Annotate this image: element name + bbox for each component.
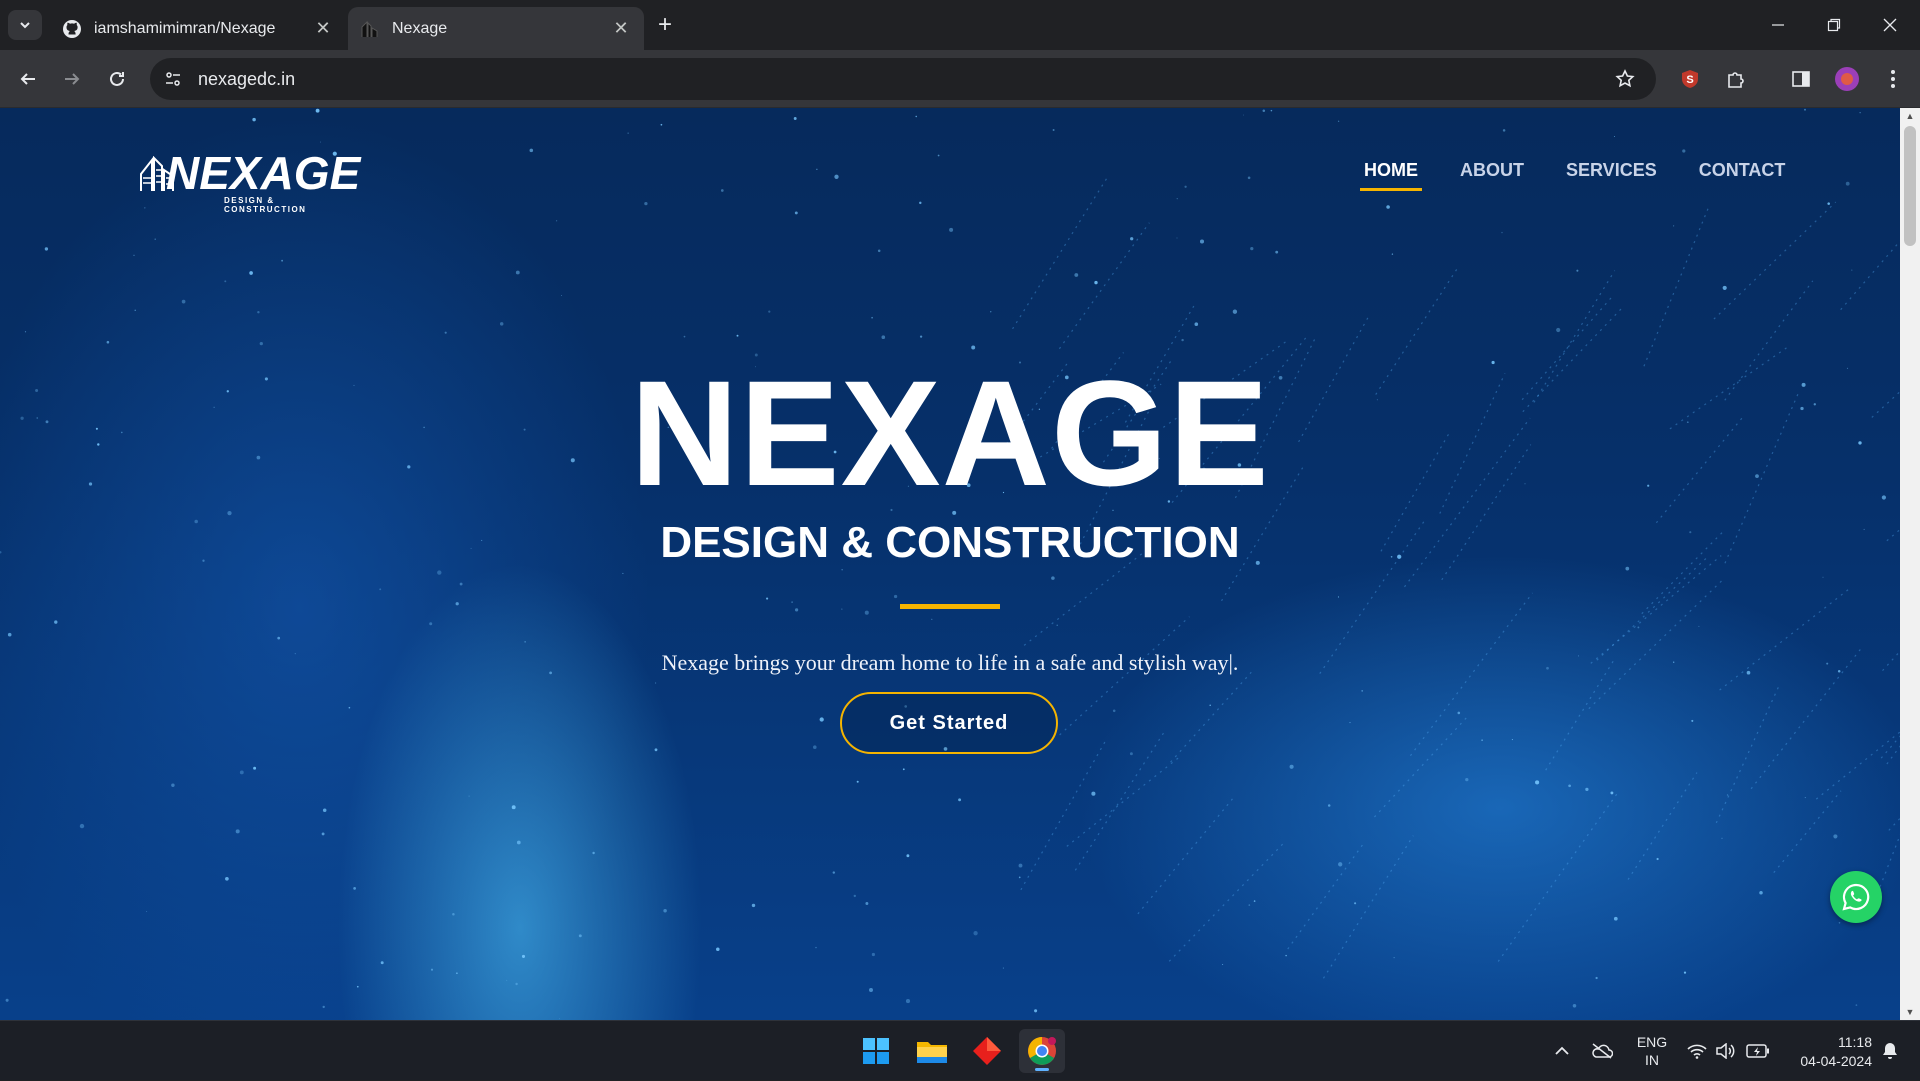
tab-search-button[interactable] [8, 10, 42, 40]
tab-title: Nexage [392, 19, 448, 37]
browser-window: iamshamimimran/Nexage ✕ Nexage ✕ + nexag… [0, 0, 1920, 1080]
arrow-left-icon [20, 73, 35, 85]
get-started-button[interactable]: Get Started [840, 692, 1058, 754]
page-scrollbar[interactable]: ▲ ▼ [1900, 108, 1920, 1020]
volume-icon[interactable] [1712, 1021, 1738, 1081]
extension-s-icon[interactable]: S [1674, 63, 1706, 95]
extensions-puzzle-icon[interactable] [1720, 63, 1752, 95]
cloud-offline-icon[interactable] [1588, 1021, 1616, 1081]
restore-icon [1827, 18, 1841, 32]
language-code: ENG [1636, 1034, 1668, 1050]
chrome-icon[interactable] [1019, 1029, 1065, 1073]
windows-start-icon[interactable] [853, 1029, 899, 1073]
bookmark-star-icon[interactable] [1608, 62, 1642, 96]
reload-icon [110, 71, 124, 86]
scroll-up-arrow-icon[interactable]: ▲ [1900, 108, 1920, 124]
file-explorer-icon[interactable] [909, 1029, 955, 1073]
minimize-icon [1772, 24, 1784, 26]
hero-tagline: Nexage brings your dream home to life in… [661, 650, 1239, 675]
whatsapp-icon [1842, 883, 1870, 911]
svg-text:S: S [1686, 74, 1693, 86]
profile-avatar-icon[interactable] [1831, 63, 1863, 95]
forward-button[interactable] [56, 63, 88, 95]
tab-title: iamshamimimran/Nexage [94, 19, 276, 37]
red-diamond-app-icon[interactable] [964, 1029, 1010, 1073]
back-button[interactable] [12, 63, 44, 95]
nav-home[interactable]: HOME [1360, 160, 1422, 191]
restore-button[interactable] [1806, 0, 1862, 50]
site-logo[interactable]: NEXAGE DESIGN & CONSTRUCTION [140, 146, 360, 214]
tab-strip: iamshamimimran/Nexage ✕ Nexage ✕ + [0, 0, 1920, 50]
windows-taskbar: ENG IN 11:18 04-04-2024 [0, 1020, 1920, 1080]
site-info-icon[interactable] [156, 62, 190, 96]
nav-about[interactable]: ABOUT [1460, 160, 1524, 191]
close-window-button[interactable] [1862, 0, 1918, 50]
battery-charging-icon[interactable] [1744, 1021, 1772, 1081]
new-tab-button[interactable]: + [652, 11, 678, 38]
notification-bell-icon[interactable] [1876, 1021, 1904, 1081]
reload-button[interactable] [101, 63, 133, 95]
whatsapp-button[interactable] [1830, 871, 1882, 923]
page-viewport: NEXAGE DESIGN & CONSTRUCTION HOME ABOUT … [0, 108, 1900, 1020]
chevron-down-icon [20, 22, 30, 29]
site-nav: HOME ABOUT SERVICES CONTACT [1360, 160, 1827, 191]
menu-kebab-icon[interactable] [1877, 63, 1909, 95]
system-clock[interactable]: 11:18 04-04-2024 [1780, 1033, 1872, 1071]
address-bar[interactable]: nexagedc.in [150, 58, 1656, 100]
browser-toolbar: nexagedc.in S [0, 50, 1920, 108]
arrow-right-icon [65, 73, 80, 85]
input-language-indicator[interactable]: ENG IN [1630, 1033, 1674, 1069]
scroll-down-arrow-icon[interactable]: ▼ [1900, 1004, 1920, 1020]
close-tab-icon[interactable]: ✕ [610, 18, 632, 40]
nav-contact[interactable]: CONTACT [1699, 160, 1786, 191]
minimize-button[interactable] [1750, 0, 1806, 50]
close-icon [1883, 18, 1897, 32]
github-icon [62, 19, 82, 39]
side-panel-icon[interactable] [1785, 63, 1817, 95]
hero-subtitle: DESIGN & CONSTRUCTION [660, 518, 1240, 567]
site-favicon [360, 19, 380, 39]
hero-title: NEXAGE [630, 349, 1270, 517]
url-text[interactable]: nexagedc.in [198, 69, 1608, 90]
scrollbar-thumb[interactable] [1904, 126, 1916, 246]
hero-divider [900, 604, 1000, 609]
nav-services[interactable]: SERVICES [1566, 160, 1657, 191]
tab-nexage[interactable]: Nexage ✕ [348, 7, 644, 50]
logo-wordmark: NEXAGE [166, 147, 361, 199]
tab-github[interactable]: iamshamimimran/Nexage ✕ [50, 7, 346, 50]
wifi-icon[interactable] [1684, 1021, 1710, 1081]
clock-date: 04-04-2024 [1800, 1053, 1872, 1069]
logo-tagline: DESIGN & CONSTRUCTION [224, 196, 307, 214]
close-tab-icon[interactable]: ✕ [312, 18, 334, 40]
show-hidden-icons-chevron-icon[interactable] [1550, 1021, 1574, 1081]
language-region: IN [1645, 1052, 1659, 1068]
clock-time: 11:18 [1838, 1034, 1872, 1050]
active-app-indicator [1035, 1068, 1049, 1071]
